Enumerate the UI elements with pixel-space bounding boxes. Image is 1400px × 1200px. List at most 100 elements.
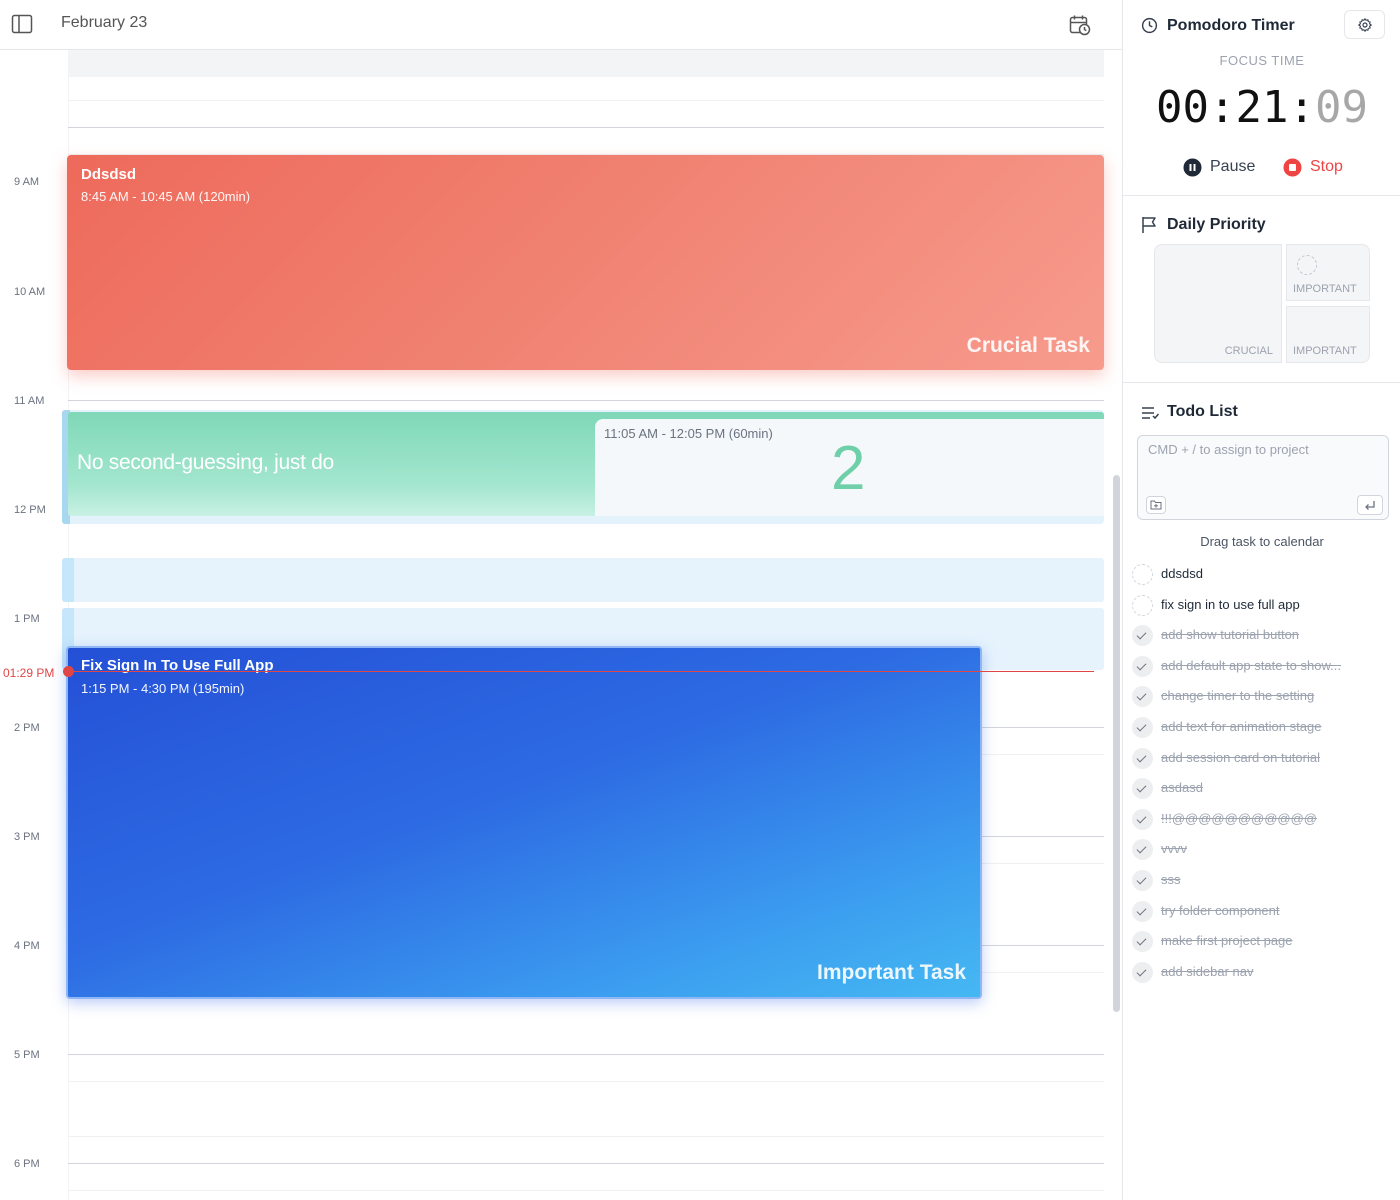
stop-label: Stop [1310, 158, 1343, 175]
hour-label: 1 PM [14, 613, 40, 625]
empty-session-block[interactable] [62, 558, 1104, 602]
current-date: February 23 [61, 14, 148, 31]
empty-circle-icon[interactable] [1132, 595, 1153, 616]
event-priority-tag: Important Task [817, 961, 966, 984]
clock-icon [1141, 17, 1158, 34]
section-divider [1123, 195, 1400, 196]
todo-item-text: ddsdsd [1161, 566, 1203, 581]
checked-circle-icon[interactable] [1132, 931, 1153, 952]
checked-circle-icon[interactable] [1132, 625, 1153, 646]
assign-project-button[interactable] [1146, 496, 1166, 514]
pomodoro-title: Pomodoro Timer [1167, 17, 1295, 34]
todo-item-text: add text for animation stage [1161, 719, 1322, 734]
priority-slot-important[interactable]: IMPORTANT [1286, 244, 1370, 301]
event-important[interactable]: Fix Sign In To Use Full App 1:15 PM - 4:… [66, 646, 982, 999]
hour-label: 9 AM [14, 176, 40, 188]
todo-item-text: add sidebar nav [1161, 964, 1254, 979]
event-crucial[interactable]: Ddsdsd 8:45 AM - 10:45 AM (120min) Cruci… [67, 155, 1104, 370]
priority-slot-label: CRUCIAL [1224, 345, 1273, 357]
todo-item-text: vvvv [1161, 841, 1187, 856]
pause-label: Pause [1210, 158, 1256, 175]
todo-item[interactable]: add default app state to show... [1132, 655, 1394, 679]
empty-circle-icon[interactable] [1132, 564, 1153, 585]
enter-icon [1365, 501, 1375, 510]
checked-circle-icon[interactable] [1132, 778, 1153, 799]
timer-mode-label: FOCUS TIME [1219, 53, 1305, 68]
past-time-block [68, 50, 1104, 77]
event-session[interactable]: No second-guessing, just do 11:05 AM - 1… [68, 412, 1104, 516]
hour-line [68, 1054, 1104, 1055]
checked-circle-icon[interactable] [1132, 717, 1153, 738]
todo-item[interactable]: ddsdsd [1132, 563, 1394, 587]
todo-item[interactable]: !!!@@@@@@@@@@@ [1132, 808, 1394, 832]
timer-minutes: 21 [1235, 82, 1289, 133]
priority-slot-crucial[interactable]: CRUCIAL [1154, 244, 1282, 363]
calendar-clock-icon[interactable] [1068, 13, 1092, 37]
session-motto: No second-guessing, just do [77, 451, 334, 474]
calendar-day-view[interactable]: 9 AM 10 AM 11 AM 12 PM 1 PM 2 PM 3 PM 4 … [0, 50, 1122, 1200]
todo-item[interactable]: vvvv [1132, 838, 1394, 862]
todo-item[interactable]: make first project page [1132, 930, 1394, 954]
event-time: 1:15 PM - 4:30 PM (195min) [81, 681, 245, 696]
folder-icon [1150, 500, 1162, 510]
section-divider [1123, 382, 1400, 383]
empty-session-bar [62, 558, 74, 602]
half-hour-line [68, 1190, 1104, 1191]
checked-circle-icon[interactable] [1132, 656, 1153, 677]
daily-priority-title: Daily Priority [1167, 216, 1266, 233]
submit-todo-button[interactable] [1357, 495, 1383, 515]
checked-circle-icon[interactable] [1132, 809, 1153, 830]
hour-label: 12 PM [14, 504, 46, 516]
todo-item[interactable]: add show tutorial button [1132, 624, 1394, 648]
calendar-header: February 23 [0, 0, 1122, 50]
hour-label: 11 AM [14, 395, 45, 407]
hour-label: 4 PM [14, 940, 40, 952]
checked-circle-icon[interactable] [1132, 901, 1153, 922]
todo-item[interactable]: change timer to the setting [1132, 685, 1394, 709]
todo-item[interactable]: fix sign in to use full app [1132, 594, 1394, 618]
todo-item-text: change timer to the setting [1161, 688, 1315, 703]
stop-button[interactable]: Stop [1283, 155, 1343, 179]
todo-item[interactable]: try folder component [1132, 900, 1394, 924]
hour-label: 3 PM [14, 831, 40, 843]
half-hour-line [68, 100, 1104, 101]
hour-line [68, 127, 1104, 128]
todo-item-text: add show tutorial button [1161, 627, 1300, 642]
todo-item-text: sss [1161, 872, 1181, 887]
todo-item-text: add default app state to show... [1161, 658, 1341, 673]
event-priority-tag: Crucial Task [966, 334, 1090, 357]
flag-icon [1142, 217, 1156, 233]
session-card: 11:05 AM - 12:05 PM (60min) 2 [595, 419, 1104, 516]
half-hour-line [68, 1136, 1104, 1137]
priority-slot-important[interactable]: IMPORTANT [1286, 306, 1370, 363]
todo-list-title: Todo List [1167, 403, 1238, 420]
timer-display: 00:21:09 [1156, 82, 1368, 133]
todo-input-box [1137, 435, 1389, 520]
pomodoro-settings-button[interactable] [1344, 10, 1385, 39]
pause-button[interactable]: Pause [1183, 155, 1255, 179]
hour-label: 2 PM [14, 722, 40, 734]
calendar-scrollbar[interactable] [1113, 475, 1120, 1012]
todo-item[interactable]: sss [1132, 869, 1394, 893]
gear-icon [1358, 18, 1372, 32]
checked-circle-icon[interactable] [1132, 870, 1153, 891]
todo-item[interactable]: add sidebar nav [1132, 961, 1394, 985]
stop-icon [1283, 158, 1302, 176]
todo-item[interactable]: add text for animation stage [1132, 716, 1394, 740]
todo-item-text: make first project page [1161, 933, 1293, 948]
todo-item[interactable]: asdasd [1132, 777, 1394, 801]
checked-circle-icon[interactable] [1132, 962, 1153, 983]
list-icon [1142, 407, 1159, 420]
checked-circle-icon[interactable] [1132, 748, 1153, 769]
hour-label: 6 PM [14, 1158, 40, 1170]
checked-circle-icon[interactable] [1132, 686, 1153, 707]
todo-input[interactable] [1148, 442, 1378, 482]
checked-circle-icon[interactable] [1132, 839, 1153, 860]
current-time-dot [63, 666, 74, 677]
hour-line [68, 1163, 1104, 1164]
sidebar-toggle-icon[interactable] [11, 14, 33, 34]
todo-item[interactable]: add session card on tutorial [1132, 747, 1394, 771]
timer-hours: 00 [1156, 82, 1209, 133]
half-hour-line [68, 1081, 1104, 1082]
event-title: Ddsdsd [81, 166, 137, 183]
